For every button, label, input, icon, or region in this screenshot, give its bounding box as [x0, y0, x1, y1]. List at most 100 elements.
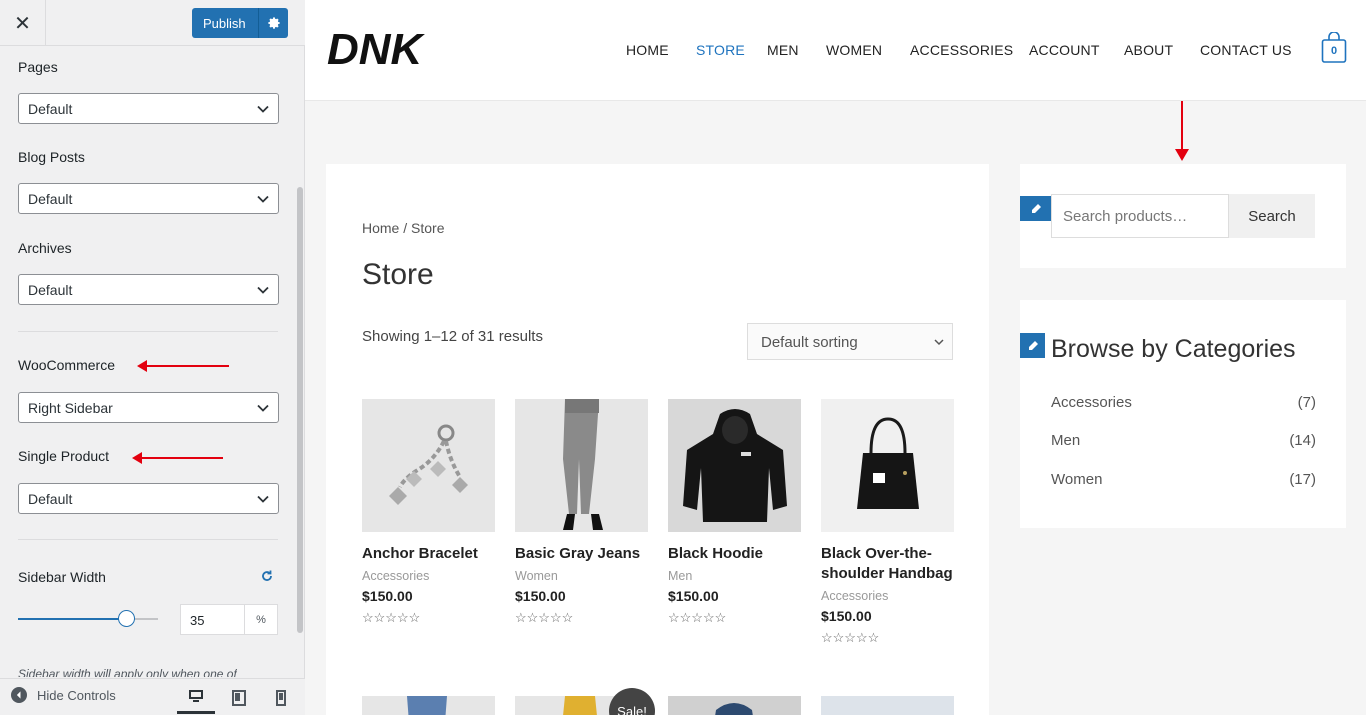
- product-search-input[interactable]: Search products…: [1051, 194, 1229, 238]
- product-category[interactable]: Accessories: [821, 589, 954, 603]
- product-image[interactable]: [362, 696, 495, 715]
- customizer-controls: Pages Default Blog Posts Default Archive…: [0, 47, 296, 685]
- chevron-down-icon: [257, 195, 269, 203]
- mobile-preview-button[interactable]: [262, 681, 300, 714]
- product-name[interactable]: Anchor Bracelet: [362, 544, 495, 564]
- search-button[interactable]: Search: [1229, 194, 1315, 238]
- sidebar-width-input[interactable]: 35: [180, 604, 245, 635]
- product-category[interactable]: Men: [668, 569, 801, 583]
- archives-layout-select[interactable]: Default: [18, 274, 279, 305]
- sidebar-width-note: Sidebar width will apply only when one o…: [18, 667, 237, 677]
- result-count: Showing 1–12 of 31 results: [362, 328, 543, 345]
- pencil-icon: [1032, 203, 1041, 213]
- product-image[interactable]: [668, 696, 801, 715]
- divider: [18, 331, 278, 332]
- chevron-down-icon: [257, 105, 269, 113]
- category-name[interactable]: Accessories: [1051, 394, 1132, 411]
- widget-title: Browse by Categories: [1051, 335, 1296, 363]
- nav-women[interactable]: WOMEN: [826, 42, 882, 58]
- publish-label: Publish: [203, 15, 246, 31]
- pages-layout-select[interactable]: Default: [18, 93, 279, 124]
- tablet-icon: [232, 689, 246, 706]
- sorting-value: Default sorting: [761, 334, 858, 351]
- category-item[interactable]: Accessories (7): [1051, 394, 1316, 411]
- category-name[interactable]: Women: [1051, 471, 1102, 488]
- single-product-layout-select[interactable]: Default: [18, 483, 279, 514]
- edit-shortcut-button[interactable]: [1020, 333, 1045, 358]
- product-name[interactable]: Basic Gray Jeans: [515, 544, 648, 564]
- product-name[interactable]: Black Over-the-shoulder Handbag: [821, 544, 954, 584]
- nav-store[interactable]: STORE: [696, 42, 745, 58]
- chevron-down-icon: [257, 495, 269, 503]
- category-item[interactable]: Men (14): [1051, 432, 1316, 449]
- star-rating: ☆☆☆☆☆: [668, 610, 727, 625]
- nav-accessories[interactable]: ACCESSORIES: [910, 42, 1013, 58]
- divider: [18, 539, 278, 540]
- product-category[interactable]: Women: [515, 569, 648, 583]
- smartphone-icon: [276, 689, 286, 706]
- edit-shortcut-button[interactable]: [1020, 196, 1052, 221]
- annotation-arrow: [132, 452, 223, 464]
- product-card[interactable]: Basic Gray Jeans Women $150.00 ☆☆☆☆☆: [515, 399, 648, 626]
- category-count: (17): [1289, 471, 1316, 488]
- gear-icon[interactable]: [258, 8, 288, 38]
- tablet-preview-button[interactable]: [220, 681, 258, 714]
- nav-about[interactable]: ABOUT: [1124, 42, 1173, 58]
- cart-button[interactable]: 0: [1321, 31, 1347, 64]
- product-image[interactable]: [821, 696, 954, 715]
- page-title: Store: [362, 258, 434, 291]
- chevron-down-icon: [257, 404, 269, 412]
- annotation-arrow: [137, 360, 229, 372]
- close-customizer-button[interactable]: ✕: [0, 0, 46, 46]
- nav-home[interactable]: HOME: [626, 42, 669, 58]
- annotation-arrow: [1175, 101, 1189, 161]
- category-item[interactable]: Women (17): [1051, 471, 1316, 488]
- pages-layout-value: Default: [28, 101, 73, 117]
- category-name[interactable]: Men: [1051, 432, 1080, 449]
- jeans-image: [407, 696, 447, 715]
- archives-label: Archives: [18, 240, 72, 256]
- site-preview: DNK HOME STORE MEN WOMEN ACCESSORIES ACC…: [305, 0, 1366, 715]
- customizer-footer: Hide Controls: [0, 678, 305, 715]
- blog-posts-layout-select[interactable]: Default: [18, 183, 279, 214]
- chevron-down-icon: [257, 286, 269, 294]
- star-rating: ☆☆☆☆☆: [515, 610, 574, 625]
- desktop-icon: [189, 690, 203, 702]
- product-price: $150.00: [821, 608, 872, 624]
- reset-icon[interactable]: [260, 569, 274, 583]
- woocommerce-label: WooCommerce: [18, 357, 115, 373]
- pages-label: Pages: [18, 59, 58, 75]
- nav-contact-us[interactable]: CONTACT US: [1200, 42, 1292, 58]
- sorting-select[interactable]: Default sorting: [747, 323, 953, 360]
- product-image[interactable]: [362, 399, 495, 532]
- product-image[interactable]: [668, 399, 801, 532]
- product-card[interactable]: Black Hoodie Men $150.00 ☆☆☆☆☆: [668, 399, 801, 626]
- hoodie-image: [682, 408, 787, 522]
- nav-account[interactable]: ACCOUNT: [1029, 42, 1100, 58]
- star-rating: ☆☆☆☆☆: [362, 610, 421, 625]
- pencil-icon: [1028, 340, 1038, 350]
- bracelet-image: [388, 424, 468, 505]
- nav-men[interactable]: MEN: [767, 42, 799, 58]
- single-product-label: Single Product: [18, 448, 110, 464]
- product-image[interactable]: [515, 399, 648, 532]
- sale-badge: Sale!: [609, 688, 655, 715]
- panel-scrollbar[interactable]: [297, 187, 303, 633]
- product-card[interactable]: Anchor Bracelet Accessories $150.00 ☆☆☆☆…: [362, 399, 495, 626]
- site-header: DNK HOME STORE MEN WOMEN ACCESSORIES ACC…: [305, 0, 1366, 101]
- publish-button[interactable]: Publish: [192, 8, 288, 38]
- sidebar-width-slider[interactable]: [18, 618, 158, 620]
- desktop-preview-button[interactable]: [177, 681, 215, 714]
- hide-controls-button[interactable]: Hide Controls: [11, 687, 116, 703]
- product-card[interactable]: Black Over-the-shoulder Handbag Accessor…: [821, 399, 954, 646]
- breadcrumb: Home / Store: [362, 220, 445, 236]
- product-name[interactable]: Black Hoodie: [668, 544, 801, 564]
- woocommerce-layout-select[interactable]: Right Sidebar: [18, 392, 279, 423]
- category-count: (7): [1297, 394, 1316, 411]
- site-logo[interactable]: DNK: [325, 24, 445, 74]
- blog-posts-label: Blog Posts: [18, 149, 85, 165]
- logo-text: DNK: [327, 25, 426, 74]
- slider-handle[interactable]: [117, 610, 135, 627]
- product-image[interactable]: [821, 399, 954, 532]
- product-category[interactable]: Accessories: [362, 569, 495, 583]
